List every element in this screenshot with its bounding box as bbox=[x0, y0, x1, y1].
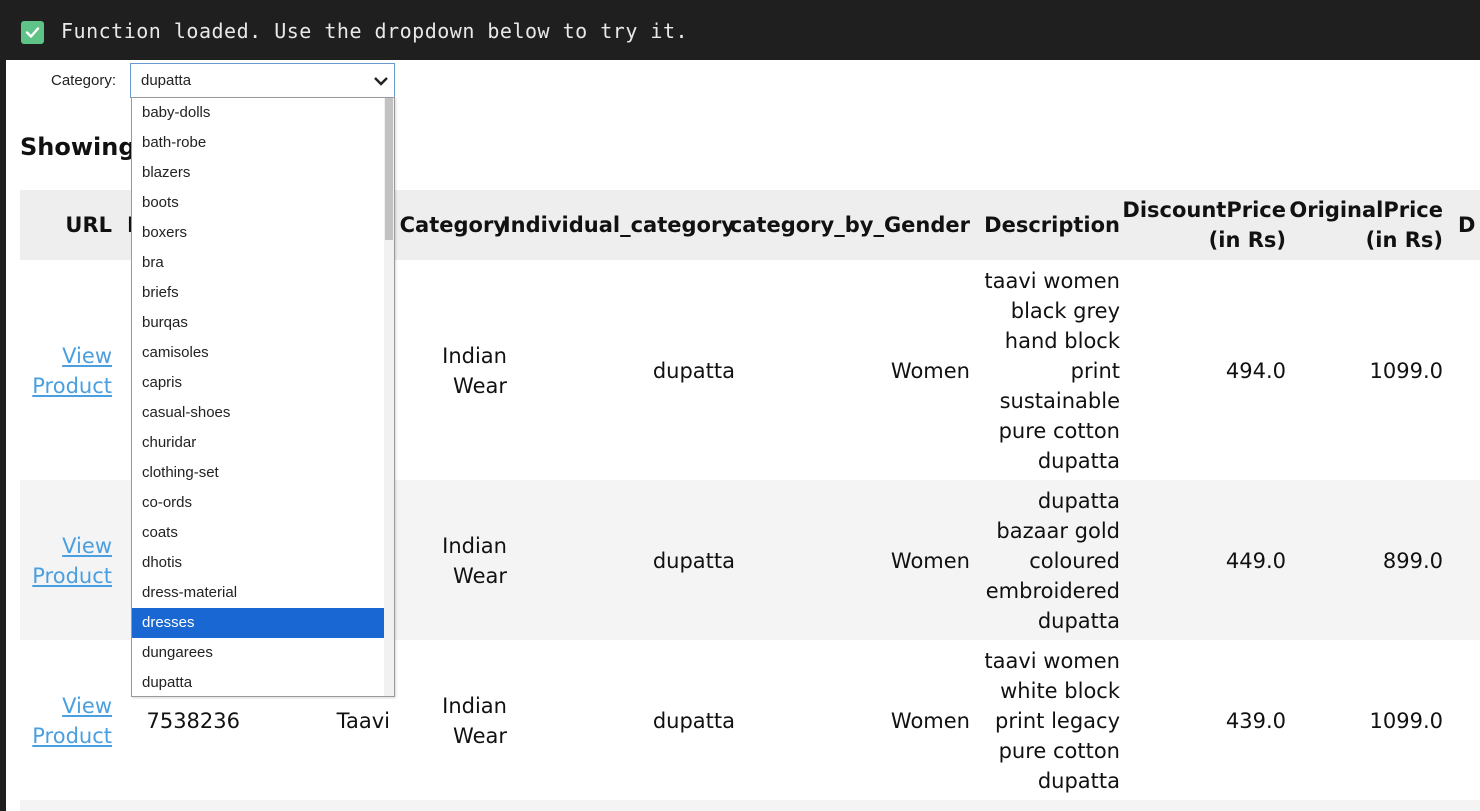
dropdown-option-dhotis[interactable]: dhotis bbox=[132, 548, 385, 578]
dropdown-option-briefs[interactable]: briefs bbox=[132, 278, 385, 308]
dropdown-option-dungarees[interactable]: dungarees bbox=[132, 638, 385, 668]
dropdown-option-co-ords[interactable]: co-ords bbox=[132, 488, 385, 518]
dropdown-option-dress-material[interactable]: dress-material bbox=[132, 578, 385, 608]
dropdown-option-coats[interactable]: coats bbox=[132, 518, 385, 548]
cell-category: Indian Wear bbox=[442, 694, 507, 748]
header-discount-price: DiscountPrice (in Rs) bbox=[1122, 198, 1286, 252]
cell-gender: Women bbox=[890, 709, 970, 733]
view-product-link[interactable]: View Product bbox=[32, 691, 112, 751]
dropdown-scrollbar[interactable] bbox=[384, 98, 394, 696]
chevron-down-icon bbox=[374, 77, 388, 86]
dropdown-option-bra[interactable]: bra bbox=[132, 248, 385, 278]
dropdown-option-dupatta[interactable]: dupatta bbox=[132, 668, 385, 696]
header-category-by-gender: category_by_Gender bbox=[729, 213, 970, 237]
dropdown-option-baby-dolls[interactable]: baby-dolls bbox=[132, 98, 385, 128]
header-description: Description bbox=[984, 213, 1120, 237]
dropdown-option-dresses[interactable]: dresses bbox=[132, 608, 385, 638]
view-product-link[interactable]: View Product bbox=[32, 341, 112, 401]
check-mark-icon bbox=[21, 21, 44, 44]
cell-discount-price: 449.0 bbox=[1225, 549, 1286, 573]
category-label: Category: bbox=[51, 72, 117, 89]
console-output-bar: Function loaded. Use the dropdown below … bbox=[0, 0, 1480, 60]
header-original-price: OriginalPrice (in Rs) bbox=[1289, 198, 1443, 252]
dropdown-option-capris[interactable]: capris bbox=[132, 368, 385, 398]
cell-individual-category: dupatta bbox=[652, 549, 735, 573]
cell-category: Indian Wear bbox=[442, 534, 507, 588]
category-select[interactable]: dupatta bbox=[130, 63, 395, 98]
dropdown-option-bath-robe[interactable]: bath-robe bbox=[132, 128, 385, 158]
cell-original-price: 1099.0 bbox=[1369, 359, 1443, 383]
cell-discount-price: 494.0 bbox=[1225, 359, 1286, 383]
cell-gender: Women bbox=[890, 359, 970, 383]
dropdown-scrollbar-thumb[interactable] bbox=[385, 98, 393, 240]
header-category: Category bbox=[399, 213, 507, 237]
header-url: URL bbox=[65, 213, 112, 237]
cell-individual-category: dupatta bbox=[652, 709, 735, 733]
cell-brand: Taavi bbox=[336, 709, 390, 733]
dropdown-option-boots[interactable]: boots bbox=[132, 188, 385, 218]
dropdown-option-casual-shoes[interactable]: casual-shoes bbox=[132, 398, 385, 428]
cell-discount-price: 439.0 bbox=[1225, 709, 1286, 733]
cell-description: dupatta bazaar gold coloured embroidered… bbox=[985, 489, 1120, 633]
category-dropdown-list[interactable]: baby-dolls bath-robe blazers boots boxers bra… bbox=[131, 97, 395, 697]
cell-description: taavi women black grey hand block print … bbox=[984, 269, 1120, 473]
dropdown-option-camisoles[interactable]: camisoles bbox=[132, 338, 385, 368]
cell-original-price: 899.0 bbox=[1382, 549, 1443, 573]
cell-product-id: 7538236 bbox=[146, 709, 240, 733]
category-select-value: dupatta bbox=[141, 72, 192, 89]
cell-original-price: 1099.0 bbox=[1369, 709, 1443, 733]
header-individual-category: Individual_category bbox=[502, 213, 735, 237]
dropdown-option-blazers[interactable]: blazers bbox=[132, 158, 385, 188]
dropdown-option-clothing-set[interactable]: clothing-set bbox=[132, 458, 385, 488]
header-partial-next: D bbox=[1458, 213, 1476, 237]
cell-description: taavi women white block print legacy pur… bbox=[984, 649, 1120, 793]
view-product-link[interactable]: View Product bbox=[32, 531, 112, 591]
cell-category: Indian Wear bbox=[442, 344, 507, 398]
dropdown-option-burqas[interactable]: burqas bbox=[132, 308, 385, 338]
dropdown-option-churidar[interactable]: churidar bbox=[132, 428, 385, 458]
cell-gender: Women bbox=[890, 549, 970, 573]
dropdown-option-boxers[interactable]: boxers bbox=[132, 218, 385, 248]
results-heading: Showing bbox=[20, 133, 136, 161]
cell-individual-category: dupatta bbox=[652, 359, 735, 383]
table-row bbox=[20, 800, 1480, 811]
console-message: Function loaded. Use the dropdown below … bbox=[61, 19, 689, 43]
